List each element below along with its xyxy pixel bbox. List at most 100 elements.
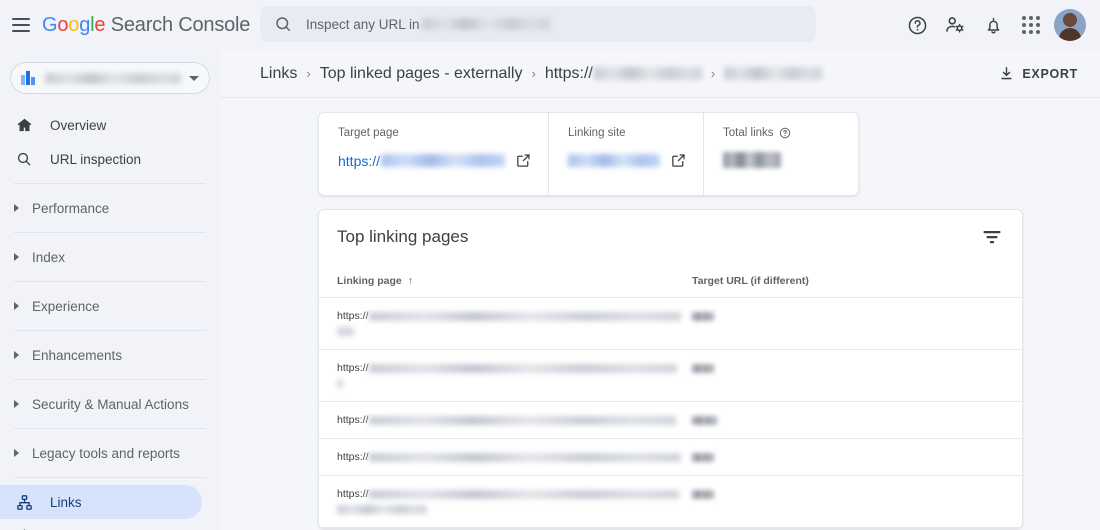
url-prefix: https:// (337, 451, 369, 463)
notifications-bell-icon[interactable] (974, 6, 1012, 44)
sidebar-item-performance[interactable]: Performance (0, 191, 220, 225)
expand-triangle-icon (14, 400, 19, 408)
target-url-cell (692, 450, 714, 465)
card-value (568, 152, 687, 169)
sidebar-item-overview[interactable]: Overview (0, 108, 202, 142)
table-row[interactable]: https:// (319, 476, 1022, 528)
sidebar-item-legacy-tools[interactable]: Legacy tools and reports (0, 436, 220, 470)
target-url-cell (692, 361, 714, 391)
sidebar-item-security-manual-actions[interactable]: Security & Manual Actions (0, 387, 220, 421)
target-url-redacted (692, 363, 714, 373)
search-placeholder-prefix: Inspect any URL in (306, 16, 420, 32)
target-url-redacted (692, 489, 714, 499)
help-icon[interactable] (898, 6, 936, 44)
top-linking-pages-table: Top linking pages Linking page ↑ Target … (318, 209, 1023, 529)
top-bar: Google Search Console Inspect any URL in (0, 0, 1100, 50)
sidebar-divider (14, 379, 206, 380)
table-header: Top linking pages (319, 210, 1022, 264)
sort-ascending-icon: ↑ (407, 274, 414, 287)
breadcrumb-item-links[interactable]: Links (260, 65, 297, 83)
url-redacted-line2 (337, 378, 343, 388)
card-label-text: Total links (723, 127, 774, 139)
external-link-icon[interactable] (515, 152, 532, 169)
target-url-redacted (692, 415, 717, 425)
sidebar-item-label: Experience (32, 298, 100, 314)
linking-page-cell[interactable]: https:// (337, 413, 692, 428)
property-selector[interactable] (10, 62, 210, 94)
sidebar-item-label: Index (32, 249, 66, 265)
expand-triangle-icon (14, 302, 19, 310)
target-page-link[interactable]: https:// (338, 153, 506, 169)
search-placeholder-domain-redacted (421, 18, 550, 30)
breadcrumb-item-top-linked-pages[interactable]: Top linked pages - externally (320, 65, 523, 83)
column-header-linking-page[interactable]: Linking page ↑ (337, 275, 692, 287)
sidebar-item-label: Legacy tools and reports (32, 445, 180, 461)
expand-triangle-icon (14, 253, 19, 261)
breadcrumb-item-linking-site[interactable] (724, 67, 823, 80)
sidebar-divider (14, 281, 206, 282)
url-redacted (368, 311, 681, 321)
chevron-down-icon[interactable] (189, 75, 199, 81)
search-input[interactable]: Inspect any URL in (260, 6, 816, 42)
url-redacted-line2 (337, 504, 427, 514)
card-label-text: Linking site (568, 127, 626, 139)
column-header-target-url[interactable]: Target URL (if different) (692, 275, 809, 287)
linking-page-cell[interactable]: https:// (337, 361, 692, 391)
breadcrumb-separator: › (306, 66, 311, 81)
sidebar-item-label: Overview (50, 117, 107, 133)
sidebar-item-settings[interactable]: Settings (0, 519, 202, 530)
sidebar-item-experience[interactable]: Experience (0, 289, 220, 323)
card-label: Linking site (568, 127, 687, 139)
avatar[interactable] (1054, 9, 1086, 41)
external-link-icon[interactable] (670, 152, 687, 169)
card-target-page: Target page https:// (319, 113, 550, 195)
help-circle-icon[interactable] (779, 127, 791, 139)
linking-page-cell[interactable]: https:// (337, 450, 692, 465)
sidebar-item-label: Security & Manual Actions (32, 396, 189, 412)
column-header-label: Linking page (337, 274, 402, 287)
account-settings-icon[interactable] (936, 6, 974, 44)
url-redacted (368, 489, 679, 499)
links-sitemap-icon (14, 492, 34, 512)
target-page-url-redacted (381, 154, 506, 167)
sidebar-item-links[interactable]: Links (0, 485, 202, 519)
linking-site-link[interactable] (568, 154, 661, 167)
filter-icon[interactable] (980, 225, 1004, 249)
url-prefix: https:// (337, 362, 369, 374)
sidebar-item-url-inspection[interactable]: URL inspection (0, 142, 202, 176)
sidebar-divider (14, 232, 206, 233)
url-redacted (368, 452, 681, 462)
table-title: Top linking pages (337, 227, 469, 246)
sidebar-item-enhancements[interactable]: Enhancements (0, 338, 220, 372)
table-row[interactable]: https:// (319, 402, 1022, 439)
export-label: EXPORT (1022, 66, 1078, 81)
google-apps-grid-icon[interactable] (1012, 6, 1050, 44)
table-column-headers: Linking page ↑ Target URL (if different) (319, 264, 1022, 298)
column-header-label: Target URL (if different) (692, 274, 809, 287)
url-redacted (368, 415, 676, 425)
sidebar-item-label: Performance (32, 200, 110, 216)
expand-triangle-icon (14, 449, 19, 457)
linking-page-cell[interactable]: https:// (337, 309, 692, 339)
card-total-links: Total links (704, 113, 858, 195)
breadcrumb-url-prefix: https:// (544, 64, 593, 82)
hamburger-menu-icon[interactable] (12, 18, 30, 32)
property-name-redacted (45, 72, 181, 84)
summary-cards: Target page https:// Linking site Total … (318, 112, 859, 196)
target-url-redacted (692, 311, 714, 321)
sidebar-item-label: URL inspection (50, 151, 142, 167)
url-prefix: https:// (337, 488, 369, 500)
sidebar-item-index[interactable]: Index (0, 240, 220, 274)
breadcrumb-item-target-page[interactable]: https:// (545, 65, 702, 83)
download-icon (1001, 67, 1012, 80)
table-row[interactable]: https:// (319, 439, 1022, 476)
linking-page-cell[interactable]: https:// (337, 487, 692, 517)
table-row[interactable]: https:// (319, 298, 1022, 350)
export-button[interactable]: EXPORT (990, 59, 1086, 88)
breadcrumb-url-redacted (593, 67, 702, 80)
search-icon (276, 17, 291, 32)
breadcrumb-separator: › (531, 66, 536, 81)
table-row[interactable]: https:// (319, 350, 1022, 402)
card-value (723, 152, 842, 168)
card-value: https:// (338, 152, 532, 169)
